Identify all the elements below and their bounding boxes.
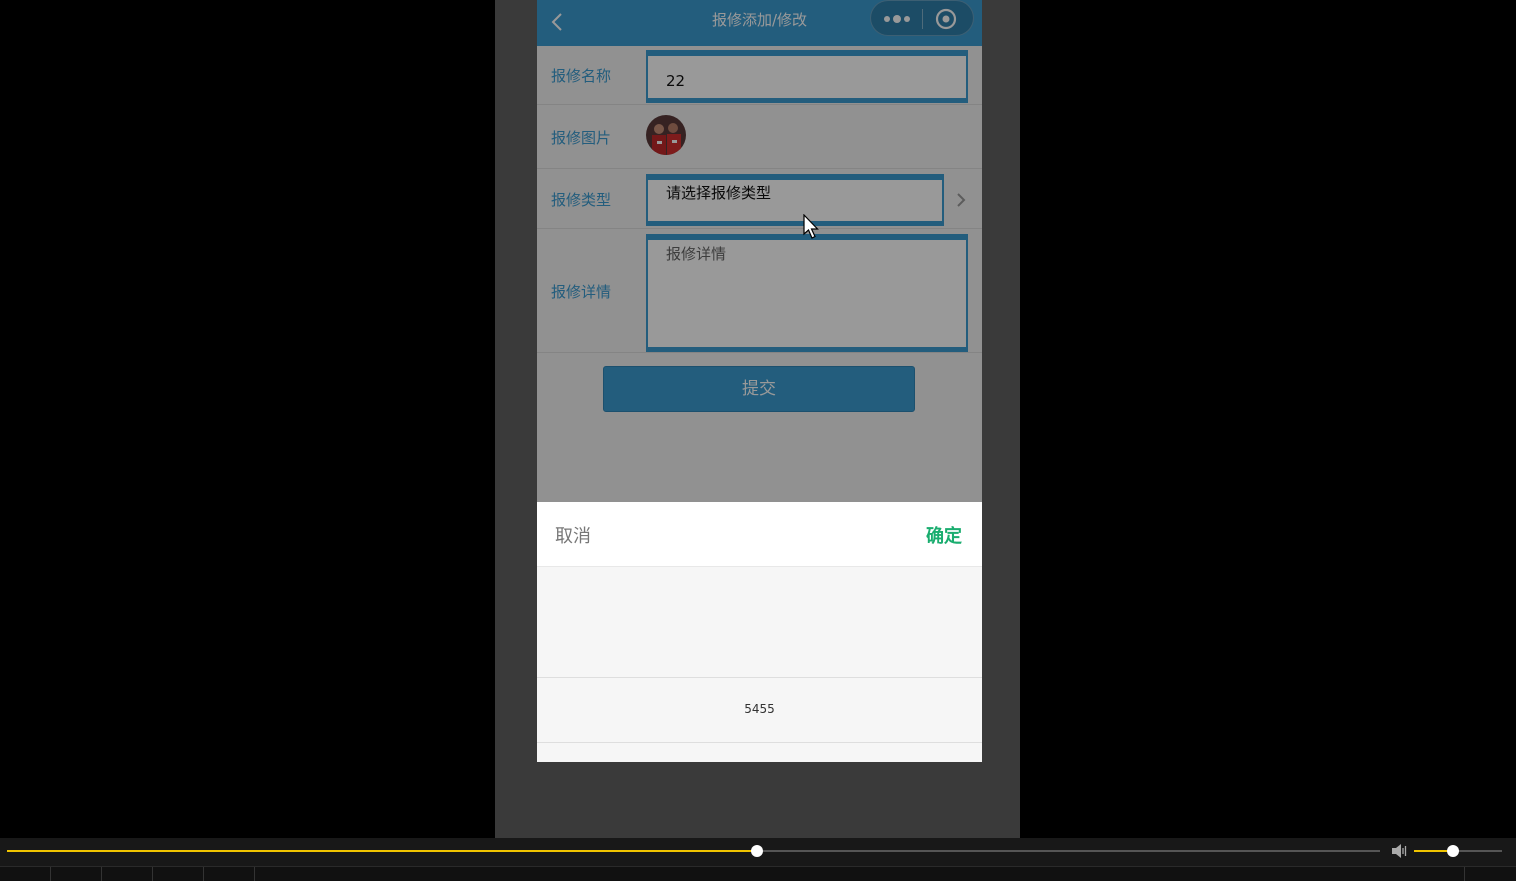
player-controls — [0, 866, 1516, 881]
picker-indicator-top — [537, 677, 982, 678]
picker-confirm-button[interactable]: 确定 — [926, 522, 962, 548]
video-player-bar — [0, 838, 1516, 881]
volume-icon[interactable] — [1391, 843, 1409, 859]
control-divider — [203, 867, 204, 881]
progress-slider[interactable] — [7, 845, 1380, 857]
control-divider — [152, 867, 153, 881]
control-divider — [50, 867, 51, 881]
control-divider — [101, 867, 102, 881]
volume-thumb[interactable] — [1446, 845, 1459, 857]
phone-screen: 报修添加/修改 报修名称 22 报修图片 报修类型 请选择报修类型 报修详情 报… — [537, 0, 982, 762]
mouse-cursor-icon — [803, 214, 819, 239]
picker-header: 取消 确定 — [537, 502, 982, 567]
picker-option-selected[interactable]: 5455 — [537, 702, 982, 716]
picker-sheet: 取消 确定 5455 — [537, 502, 982, 762]
picker-indicator-bottom — [537, 742, 982, 743]
progress-fill — [7, 850, 757, 852]
control-divider — [254, 867, 255, 881]
control-divider — [1464, 867, 1465, 881]
modal-mask[interactable] — [537, 0, 982, 502]
progress-thumb[interactable] — [750, 845, 763, 857]
picker-cancel-button[interactable]: 取消 — [555, 522, 591, 548]
volume-slider[interactable] — [1414, 845, 1502, 857]
